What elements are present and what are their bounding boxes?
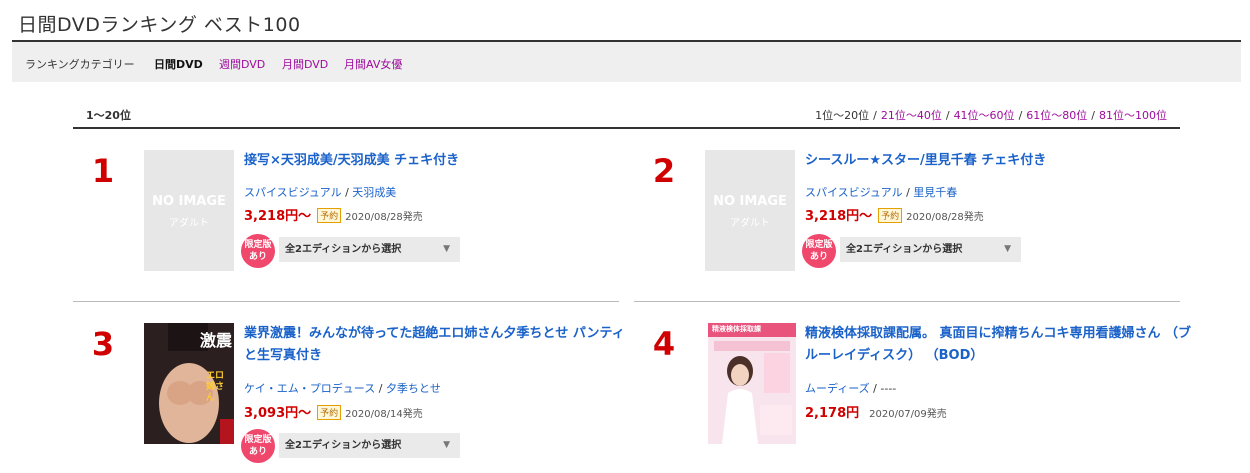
cover-text-main: 激震 [200, 331, 233, 350]
price: 3,093円〜 [244, 406, 312, 421]
rank-number: 2 [652, 152, 676, 190]
ranking-item: 1 NO IMAGE アダルト 接写×天羽成美/天羽成美 チェキ付き スパイスビ… [73, 150, 553, 300]
cover-art [708, 323, 796, 444]
maker-link[interactable]: ケイ・エム・プロデュース [244, 382, 375, 395]
no-image-text: NO IMAGE [152, 194, 226, 209]
chevron-down-icon: ▼ [443, 244, 450, 254]
range-pagination: 1位〜20位/21位〜40位/41位〜60位/61位〜80位/81位〜100位 [815, 107, 1167, 123]
release-date: 2020/08/28発売 [906, 212, 984, 223]
maker-line: ムーディーズ / ---- [805, 382, 897, 395]
rank-number: 1 [91, 152, 115, 190]
price: 3,218円〜 [805, 209, 873, 224]
row-divider [634, 301, 1180, 302]
release-date: 2020/07/09発売 [869, 409, 947, 420]
cover-text-main: 精液検体採取課 [712, 325, 761, 333]
no-image-subtext: アダルト [169, 218, 209, 229]
product-title-link[interactable]: 業界激震！みんなが待ってた超絶エロ姉さん夕季ちとせ パンティと生写真付き [244, 323, 634, 367]
range-bar: 1〜20位 1位〜20位/21位〜40位/41位〜60位/61位〜80位/81位… [73, 99, 1180, 129]
ranking-category-bar: ランキングカテゴリー 日間DVD 週間DVD 月間DVD 月間AV女優 [12, 40, 1241, 82]
chevron-down-icon: ▼ [443, 440, 450, 450]
limited-edition-badge: 限定版 あり [241, 234, 275, 268]
category-monthly-av-actress[interactable]: 月間AV女優 [344, 56, 402, 72]
rank-number: 3 [91, 325, 115, 363]
cover-text-sub: エロ姉さん [206, 371, 225, 403]
category-weekly-dvd[interactable]: 週間DVD [219, 56, 265, 72]
actress-link[interactable]: 里見千春 [913, 186, 957, 199]
maker-link[interactable]: ムーディーズ [805, 382, 870, 395]
product-cover-image[interactable]: 精液検体採取課 [708, 323, 796, 444]
range-link-61-80[interactable]: 61位〜80位 [1026, 109, 1087, 122]
current-range-label: 1〜20位 [86, 109, 131, 122]
range-link-1-20: 1位〜20位 [815, 109, 870, 122]
product-title-link[interactable]: 精液検体採取課配属。 真面目に搾精ちんコキ専用看護婦さん （ブルーレイディスク）… [805, 323, 1195, 367]
price-line: 3,218円〜 予約 2020/08/28発売 [805, 205, 984, 224]
range-separator: / [1018, 109, 1023, 122]
release-date: 2020/08/28発売 [345, 212, 423, 223]
page-title: 日間DVDランキング ベスト100 [18, 14, 301, 36]
edition-select-label: 全2エディションから選択 [285, 244, 402, 255]
row-divider [73, 301, 619, 302]
range-separator: / [1091, 109, 1095, 122]
range-link-41-60[interactable]: 41位〜60位 [954, 109, 1015, 122]
actress-link[interactable]: 天羽成美 [352, 186, 396, 199]
preorder-badge: 予約 [878, 208, 903, 223]
no-image-text: NO IMAGE [713, 194, 787, 209]
limited-edition-badge: 限定版 あり [241, 429, 275, 463]
maker-line: ケイ・エム・プロデュース / 夕季ちとせ [244, 382, 441, 395]
maker-link[interactable]: スパイスビジュアル [244, 186, 342, 199]
price: 2,178円 [805, 406, 860, 421]
price: 3,218円〜 [244, 209, 312, 224]
actress-text: ---- [880, 382, 897, 395]
edition-select-label: 全2エディションから選択 [846, 244, 963, 255]
ranking-item: 4 精液検体採取課 精液検体採取課配属。 真面目に搾精ちんコキ専用看護婦さん （… [634, 323, 1191, 473]
ranking-item: 3 激震 エロ姉さん 業界激震！みんなが待ってた超絶エロ姉さん夕季ちとせ パンテ… [73, 323, 625, 473]
price-line: 3,218円〜 予約 2020/08/28発売 [244, 205, 423, 224]
maker-line: スパイスビジュアル / 里見千春 [805, 186, 958, 199]
edition-select[interactable]: 全2エディションから選択 ▼ [840, 237, 1021, 262]
product-cover-image[interactable]: 激震 エロ姉さん [144, 323, 234, 444]
range-separator: / [945, 109, 950, 122]
maker-line: スパイスビジュアル / 天羽成美 [244, 186, 397, 199]
price-line: 2,178円 2020/07/09発売 [805, 402, 947, 421]
maker-link[interactable]: スパイスビジュアル [805, 186, 903, 199]
product-title-link[interactable]: 接写×天羽成美/天羽成美 チェキ付き [244, 150, 624, 172]
product-thumbnail[interactable]: NO IMAGE アダルト [705, 150, 795, 271]
range-link-81-100[interactable]: 81位〜100位 [1099, 109, 1167, 122]
edition-select[interactable]: 全2エディションから選択 ▼ [279, 433, 460, 458]
edition-select[interactable]: 全2エディションから選択 ▼ [279, 237, 460, 262]
actress-link[interactable]: 夕季ちとせ [386, 382, 441, 395]
preorder-badge: 予約 [317, 405, 342, 420]
limited-edition-badge: 限定版 あり [802, 234, 836, 268]
preorder-badge: 予約 [317, 208, 342, 223]
category-daily-dvd[interactable]: 日間DVD [154, 56, 203, 72]
category-label: ランキングカテゴリー [25, 58, 135, 71]
edition-select-label: 全2エディションから選択 [285, 440, 402, 451]
range-link-21-40[interactable]: 21位〜40位 [881, 109, 942, 122]
release-date: 2020/08/14発売 [345, 409, 423, 420]
range-separator: / [873, 109, 877, 122]
category-monthly-dvd[interactable]: 月間DVD [282, 56, 328, 72]
chevron-down-icon: ▼ [1004, 244, 1011, 254]
ranking-item: 2 NO IMAGE アダルト シースルー★スター/里見千春 チェキ付き スパイ… [634, 150, 1114, 300]
product-title-link[interactable]: シースルー★スター/里見千春 チェキ付き [805, 150, 1185, 172]
product-thumbnail[interactable]: NO IMAGE アダルト [144, 150, 234, 271]
no-image-subtext: アダルト [730, 218, 770, 229]
rank-number: 4 [652, 325, 676, 363]
price-line: 3,093円〜 予約 2020/08/14発売 [244, 402, 423, 421]
